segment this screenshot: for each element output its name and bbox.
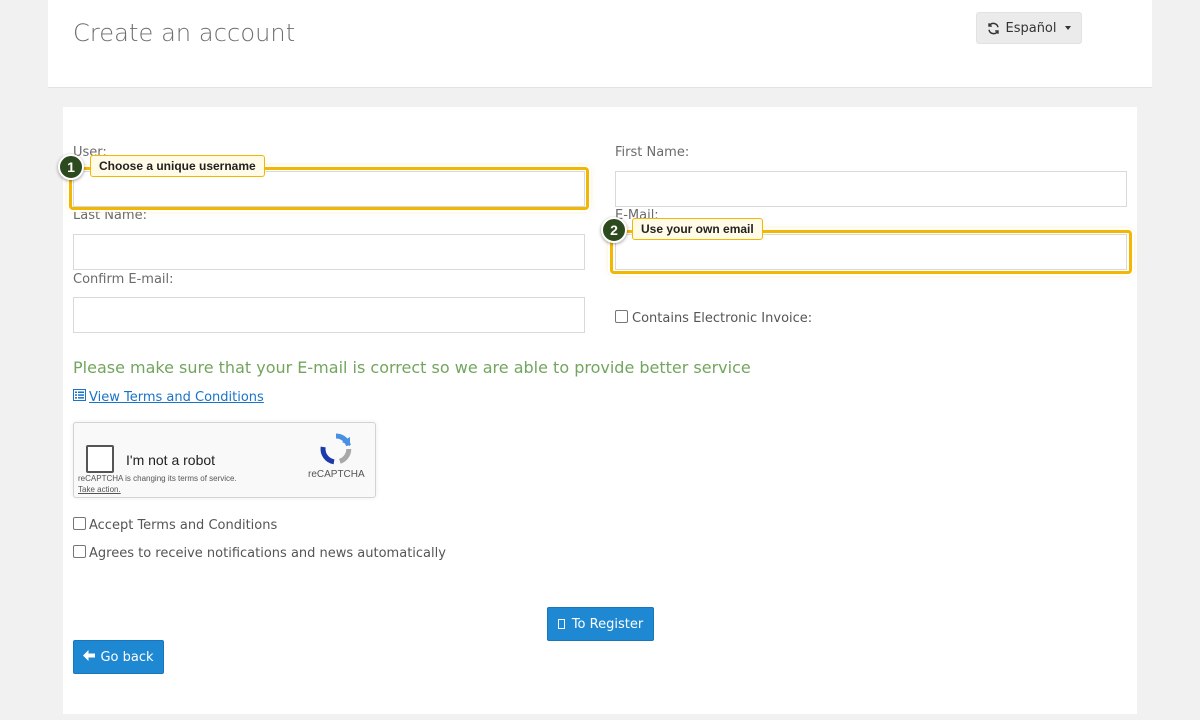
- accept-terms-label: Accept Terms and Conditions: [89, 518, 278, 533]
- first-name-label: First Name:: [615, 145, 690, 160]
- first-name-input[interactable]: [615, 171, 1127, 207]
- notifications-label: Agrees to receive notifications and news…: [89, 546, 446, 561]
- confirm-email-label: Confirm E-mail:: [73, 272, 174, 287]
- register-button[interactable]: To Register: [547, 607, 654, 641]
- page-title: Create an account: [73, 19, 296, 47]
- notifications-checkbox[interactable]: [73, 545, 86, 558]
- register-button-label: To Register: [571, 616, 644, 632]
- recaptcha-checkbox[interactable]: [86, 445, 114, 473]
- recaptcha-take-action-link[interactable]: Take action.: [78, 485, 121, 494]
- recaptcha-logo-icon: [320, 433, 352, 470]
- terms-link[interactable]: View Terms and Conditions: [73, 389, 264, 405]
- tooltip-username: Choose a unique username: [90, 155, 265, 177]
- last-name-input[interactable]: [73, 234, 585, 270]
- language-label: Español: [1005, 20, 1057, 36]
- registration-form: User: Last Name: Confirm E-mail: First N…: [63, 107, 1137, 714]
- accept-terms-checkbox[interactable]: [73, 517, 86, 530]
- list-icon: [73, 389, 86, 405]
- recaptcha-widget: I'm not a robot reCAPTCHA reCAPTCHA is c…: [73, 422, 376, 498]
- go-back-button-label: Go back: [100, 649, 154, 665]
- recaptcha-brand: reCAPTCHA: [308, 469, 365, 480]
- square-glyph-icon: [557, 619, 565, 629]
- tooltip-email: Use your own email: [632, 218, 763, 240]
- electronic-invoice-checkbox[interactable]: [615, 310, 628, 323]
- step-badge-2: 2: [601, 217, 627, 243]
- refresh-icon: [987, 22, 1000, 35]
- confirm-email-input[interactable]: [73, 297, 585, 333]
- language-dropdown-button[interactable]: Español: [976, 12, 1082, 44]
- electronic-invoice-label: Contains Electronic Invoice:: [632, 311, 813, 326]
- recaptcha-note: reCAPTCHA is changing its terms of servi…: [78, 473, 237, 495]
- arrow-left-icon: [83, 649, 96, 665]
- page-header: Create an account Español: [48, 0, 1152, 88]
- last-name-label: Last Name:: [73, 208, 147, 223]
- recaptcha-note-text: reCAPTCHA is changing its terms of servi…: [78, 474, 237, 483]
- email-notice: Please make sure that your E-mail is cor…: [73, 358, 751, 377]
- recaptcha-label: I'm not a robot: [126, 452, 216, 468]
- chevron-down-icon: [1064, 26, 1071, 30]
- terms-link-label: View Terms and Conditions: [89, 389, 264, 405]
- go-back-button[interactable]: Go back: [73, 640, 164, 674]
- step-badge-1: 1: [58, 154, 84, 180]
